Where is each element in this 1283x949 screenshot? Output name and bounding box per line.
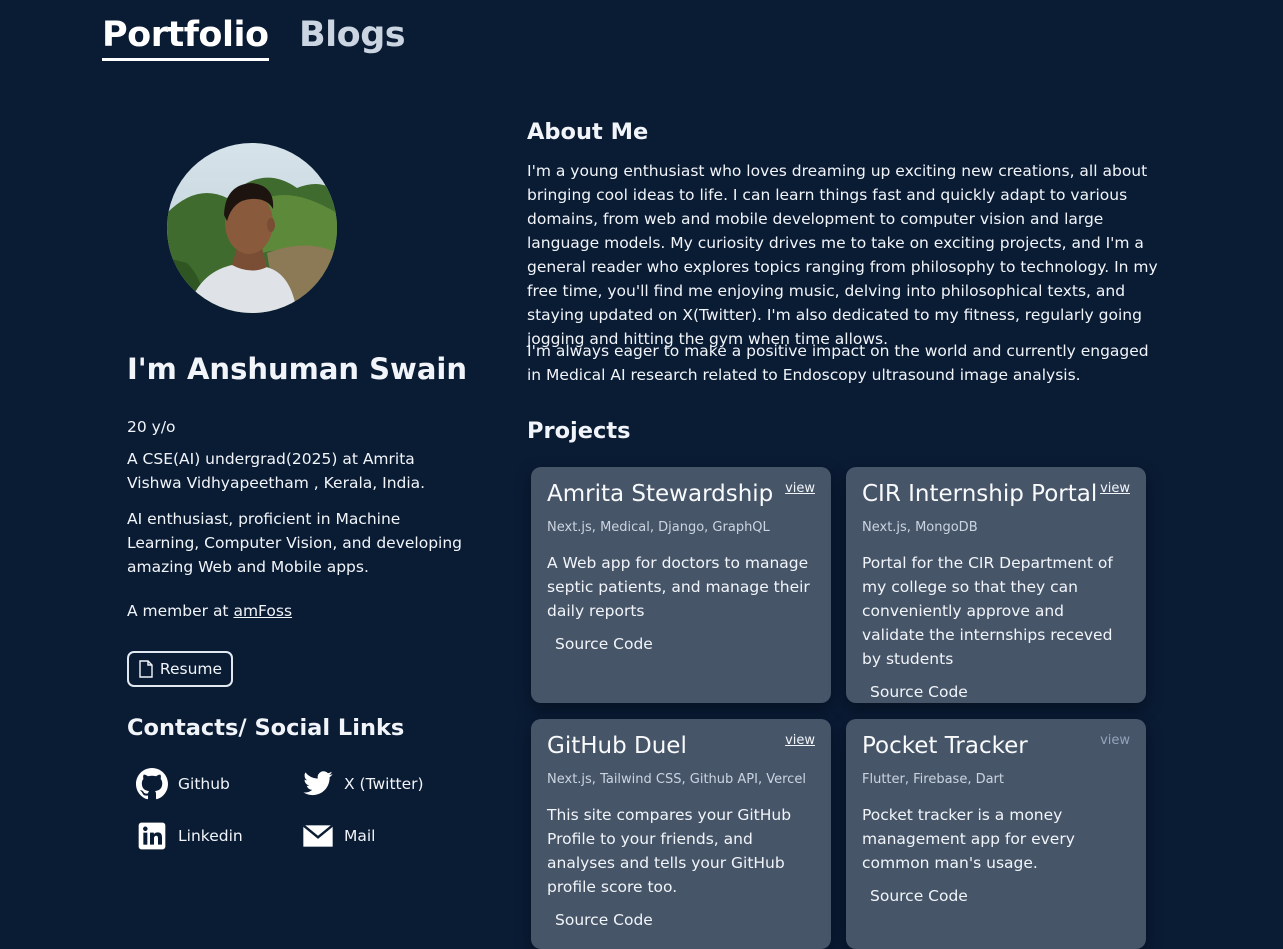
- project-tags: Next.js, Medical, Django, GraphQL: [547, 520, 770, 535]
- about-paragraph: I'm a young enthusiast who loves dreamin…: [527, 162, 1158, 348]
- project-tags: Next.js, MongoDB: [862, 520, 978, 535]
- mail-icon: [302, 824, 334, 847]
- about-title: About Me: [527, 119, 649, 145]
- linkedin-link[interactable]: Linkedin: [136, 820, 243, 852]
- projects-title: Projects: [527, 418, 631, 444]
- file-icon: [139, 660, 153, 678]
- tab-portfolio[interactable]: Portfolio: [102, 12, 269, 61]
- project-view-link[interactable]: view: [1100, 481, 1130, 496]
- profile-education: A CSE(AI) undergrad(2025) at Amrita Vish…: [127, 450, 426, 492]
- project-description: Portal for the CIR Department of my coll…: [862, 554, 1113, 668]
- project-card: Amrita Stewardship view Next.js, Medical…: [531, 467, 831, 703]
- project-view-link: view: [1100, 733, 1130, 748]
- github-link[interactable]: Github: [136, 768, 230, 800]
- twitter-icon: [303, 771, 333, 796]
- membership-prefix: A member at: [127, 602, 234, 620]
- project-description: A Web app for doctors to manage septic p…: [547, 554, 810, 620]
- project-title: Pocket Tracker: [862, 733, 1028, 759]
- profile-membership: A member at amFoss: [127, 599, 467, 623]
- source-code-link[interactable]: Source Code: [547, 635, 815, 653]
- tab-blogs[interactable]: Blogs: [299, 12, 406, 58]
- profile-photo: [167, 143, 337, 313]
- twitter-link[interactable]: X (Twitter): [302, 768, 424, 800]
- linkedin-icon: [138, 822, 166, 850]
- project-card: CIR Internship Portal view Next.js, Mong…: [846, 467, 1146, 703]
- project-title: CIR Internship Portal: [862, 481, 1098, 507]
- linkedin-label: Linkedin: [178, 827, 243, 845]
- profile-name: I'm Anshuman Swain: [127, 352, 467, 386]
- contacts-title: Contacts/ Social Links: [127, 715, 405, 741]
- project-view-link[interactable]: view: [785, 481, 815, 496]
- twitter-label: X (Twitter): [344, 775, 424, 793]
- project-description: This site compares your GitHub Profile t…: [547, 806, 792, 896]
- source-code-link[interactable]: Source Code: [862, 887, 1130, 905]
- source-code-link[interactable]: Source Code: [547, 911, 815, 929]
- about-paragraph: I'm always eager to make a positive impa…: [527, 342, 1149, 384]
- project-tags: Flutter, Firebase, Dart: [862, 772, 1005, 787]
- avatar: [167, 143, 337, 313]
- project-description: Pocket tracker is a money management app…: [862, 806, 1075, 872]
- profile-age: 20 y/o: [127, 418, 176, 436]
- project-view-link[interactable]: view: [785, 733, 815, 748]
- project-title: Amrita Stewardship: [547, 481, 774, 507]
- profile-interests: AI enthusiast, proficient in Machine Lea…: [127, 510, 463, 576]
- project-tags: Next.js, Tailwind CSS, Github API, Verce…: [547, 772, 806, 787]
- source-code-link[interactable]: Source Code: [862, 683, 1130, 701]
- project-title: GitHub Duel: [547, 733, 687, 759]
- resume-label: Resume: [159, 660, 223, 678]
- github-label: Github: [178, 775, 230, 793]
- mail-label: Mail: [344, 827, 376, 845]
- github-icon: [136, 768, 168, 800]
- mail-link[interactable]: Mail: [302, 820, 375, 852]
- amfoss-link[interactable]: amFoss: [233, 602, 292, 620]
- resume-button[interactable]: Resume: [127, 651, 233, 687]
